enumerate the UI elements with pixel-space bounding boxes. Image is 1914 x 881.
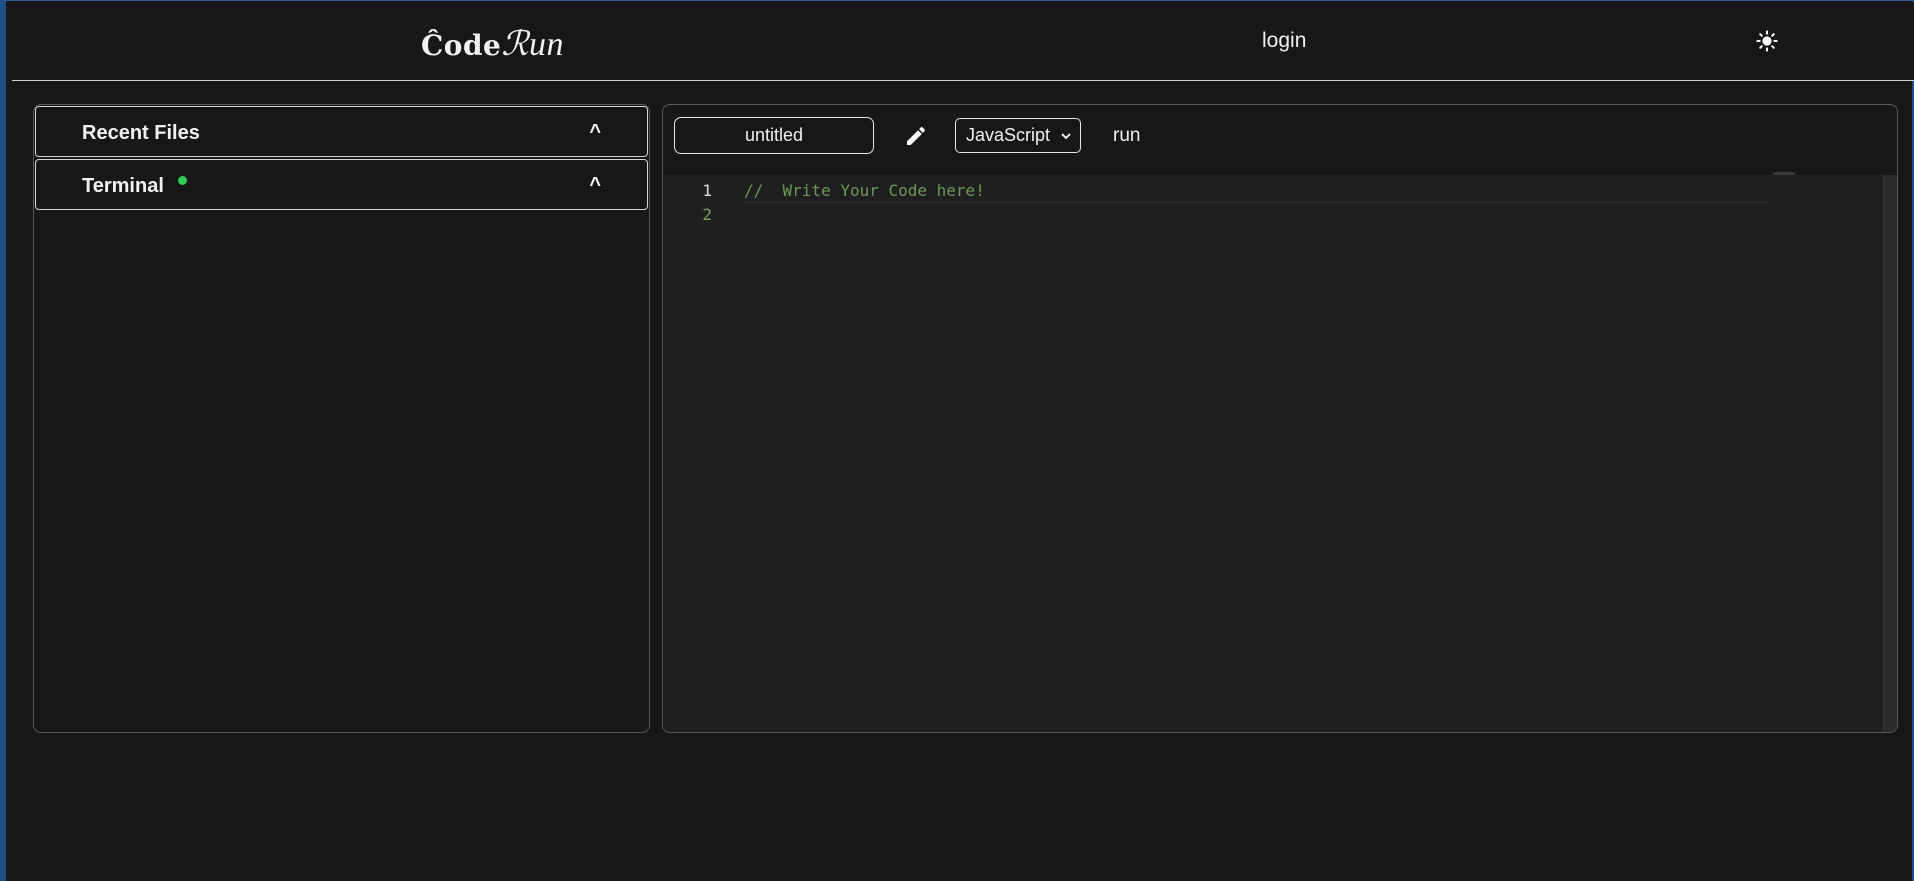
logo-prefix: Ĉode bbox=[421, 29, 502, 62]
logo-script: ℛun bbox=[501, 26, 564, 63]
editor-panel: JavaScript run 1 2 // Write Your Code he… bbox=[662, 104, 1898, 733]
line-number: 1 bbox=[702, 181, 712, 200]
pencil-icon bbox=[907, 126, 926, 145]
login-link[interactable]: login bbox=[1262, 29, 1306, 53]
chevron-down-icon bbox=[1061, 133, 1071, 140]
run-button[interactable]: run bbox=[1113, 125, 1140, 147]
filename-input[interactable] bbox=[674, 117, 874, 154]
editor-scrollbar[interactable] bbox=[1883, 175, 1897, 732]
chevron-up-icon: ^ bbox=[589, 174, 601, 196]
line-number-gutter: 1 2 bbox=[664, 175, 720, 732]
app-frame: Ĉodeℛun login Recent Files ^ Terminal ^ … bbox=[0, 0, 1914, 881]
recent-files-title: Recent Files bbox=[82, 122, 200, 144]
language-select[interactable]: JavaScript bbox=[955, 118, 1081, 153]
chevron-up-icon: ^ bbox=[589, 121, 601, 143]
current-line-highlight bbox=[744, 202, 1769, 203]
terminal-title: Terminal bbox=[82, 175, 164, 197]
top-navbar: Ĉodeℛun login bbox=[12, 2, 1914, 81]
language-select-value: JavaScript bbox=[966, 125, 1051, 145]
code-line[interactable]: // Write Your Code here! bbox=[744, 181, 985, 200]
sidebar-panel: Recent Files ^ Terminal ^ bbox=[33, 104, 650, 733]
editor-toolbar: JavaScript run bbox=[663, 105, 1897, 175]
terminal-status-dot bbox=[178, 176, 187, 185]
recent-files-accordion[interactable]: Recent Files ^ bbox=[35, 106, 648, 157]
theme-toggle-button[interactable] bbox=[1752, 26, 1782, 56]
code-editor[interactable]: 1 2 // Write Your Code here! bbox=[664, 175, 1886, 732]
app-logo[interactable]: Ĉodeℛun bbox=[421, 24, 564, 64]
rename-button[interactable] bbox=[899, 119, 933, 153]
terminal-accordion[interactable]: Terminal ^ bbox=[35, 159, 648, 210]
line-number: 2 bbox=[702, 205, 712, 224]
sun-icon bbox=[1756, 30, 1778, 52]
